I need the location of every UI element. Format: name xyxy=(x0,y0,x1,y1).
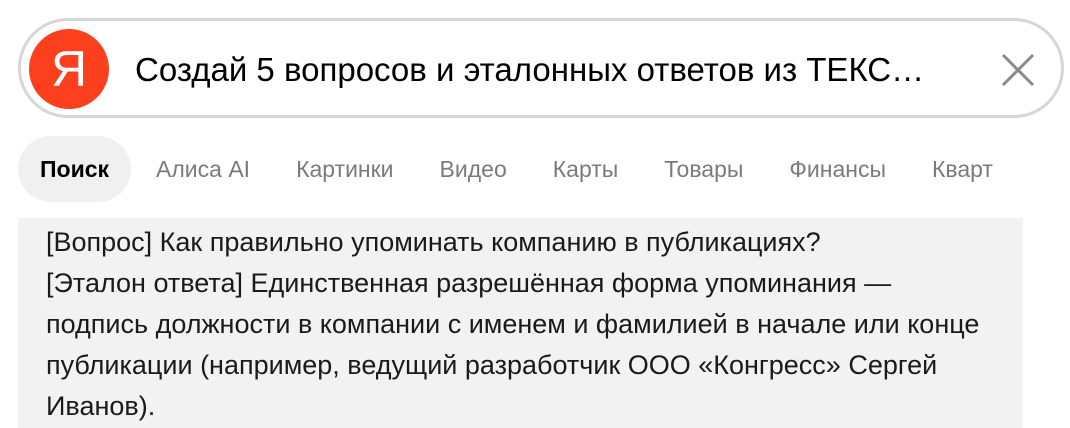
tab-video[interactable]: Видео xyxy=(417,136,530,202)
tab-maps[interactable]: Карты xyxy=(530,136,642,202)
answer-question: [Вопрос] Как правильно упоминать компани… xyxy=(46,227,821,257)
answer-reference: [Эталон ответа] Единственная разрешённая… xyxy=(46,268,980,421)
tab-alice-ai[interactable]: Алиса AI xyxy=(133,136,273,202)
close-icon xyxy=(1001,53,1035,87)
yandex-logo[interactable]: Я xyxy=(29,29,109,109)
tab-products[interactable]: Товары xyxy=(641,136,766,202)
tab-search[interactable]: Поиск xyxy=(18,136,132,202)
search-input[interactable]: Создай 5 вопросов и эталонных ответов из… xyxy=(135,50,955,90)
tab-images[interactable]: Картинки xyxy=(273,136,416,202)
tab-apartments[interactable]: Кварт xyxy=(909,136,1016,202)
search-bar: Я Создай 5 вопросов и эталонных ответов … xyxy=(18,18,1064,118)
answer-block: [Вопрос] Как правильно упоминать компани… xyxy=(18,218,1023,428)
clear-search-button[interactable] xyxy=(997,49,1039,91)
search-tabs: Поиск Алиса AI Картинки Видео Карты Това… xyxy=(18,136,1070,202)
tab-finance[interactable]: Финансы xyxy=(766,136,909,202)
